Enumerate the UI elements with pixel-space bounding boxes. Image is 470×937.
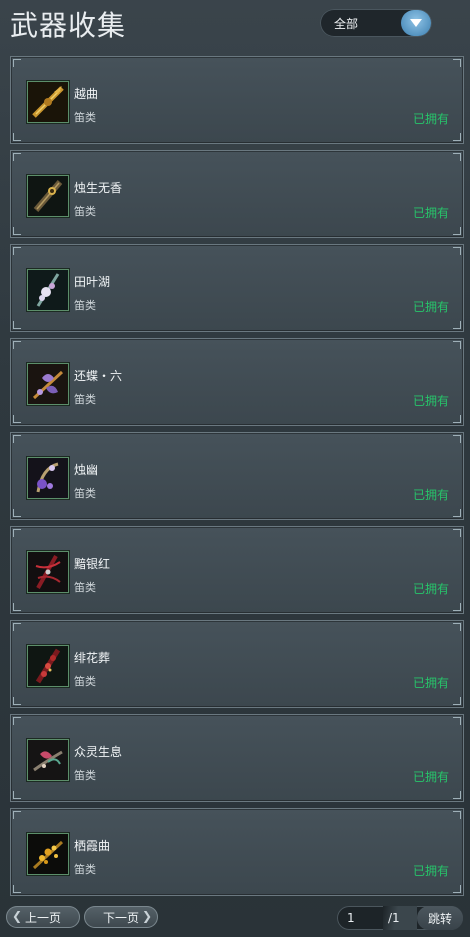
chevron-left-icon: ❮ <box>12 909 23 923</box>
corner-ornament <box>13 603 21 611</box>
ornate-flute-icon <box>27 175 69 217</box>
category-filter-dropdown[interactable]: 全部 <box>320 9 432 37</box>
corner-ornament <box>13 227 21 235</box>
next-page-button[interactable]: 下一页 ❯ <box>84 906 158 928</box>
corner-ornament <box>453 603 461 611</box>
weapon-type: 笛类 <box>74 205 96 218</box>
owned-status: 已拥有 <box>412 206 449 220</box>
weapon-type: 笛类 <box>74 111 96 124</box>
corner-ornament <box>453 885 461 893</box>
corner-ornament <box>453 227 461 235</box>
weapon-type: 笛类 <box>74 581 96 594</box>
weapon-name: 田叶湖 <box>74 275 111 289</box>
golden-flute-icon <box>27 81 69 123</box>
weapon-type: 笛类 <box>74 769 96 782</box>
weapon-card[interactable]: 众灵生息 笛类 已拥有 <box>10 714 464 802</box>
corner-ornament <box>453 247 461 255</box>
corner-ornament <box>453 811 461 819</box>
corner-ornament <box>13 435 21 443</box>
page-title: 武器收集 <box>10 9 127 42</box>
weapon-name: 众灵生息 <box>74 745 123 759</box>
owned-status: 已拥有 <box>412 300 449 314</box>
weapon-name: 栖霞曲 <box>74 839 111 853</box>
corner-ornament <box>453 623 461 631</box>
filter-selected-value: 全部 <box>334 16 359 31</box>
jump-button[interactable]: 跳转 <box>417 906 463 930</box>
owned-status: 已拥有 <box>412 770 449 784</box>
page-jump-control: 1 /1 跳转 <box>337 906 463 930</box>
corner-ornament <box>453 341 461 349</box>
lotus-flute-icon <box>27 269 69 311</box>
weapon-name: 黯银红 <box>74 557 111 571</box>
corner-ornament <box>453 791 461 799</box>
owned-status: 已拥有 <box>412 864 449 878</box>
weapon-type: 笛类 <box>74 393 96 406</box>
corner-ornament <box>13 415 21 423</box>
weapon-card[interactable]: 还蝶・六 笛类 已拥有 <box>10 338 464 426</box>
weapon-name: 越曲 <box>74 87 99 101</box>
corner-ornament <box>453 529 461 537</box>
corner-ornament <box>453 509 461 517</box>
weapon-card[interactable]: 越曲 笛类 已拥有 <box>10 56 464 144</box>
chevron-down-icon[interactable] <box>401 10 431 36</box>
weapon-card[interactable]: 烛生无香 笛类 已拥有 <box>10 150 464 238</box>
chevron-right-icon: ❯ <box>141 909 152 923</box>
weapon-name: 烛幽 <box>74 463 99 477</box>
weapon-card[interactable]: 田叶湖 笛类 已拥有 <box>10 244 464 332</box>
weapon-name: 还蝶・六 <box>74 369 123 383</box>
corner-ornament <box>13 885 21 893</box>
corner-ornament <box>13 717 21 725</box>
owned-status: 已拥有 <box>412 394 449 408</box>
corner-ornament <box>13 623 21 631</box>
corner-ornament <box>453 435 461 443</box>
weapon-type: 笛类 <box>74 863 96 876</box>
owned-status: 已拥有 <box>412 488 449 502</box>
weapon-card[interactable]: 黯银红 笛类 已拥有 <box>10 526 464 614</box>
corner-ornament <box>13 59 21 67</box>
corner-ornament <box>13 341 21 349</box>
gold-blossom-flute-icon <box>27 833 69 875</box>
prev-page-button[interactable]: ❮ 上一页 <box>6 906 80 928</box>
weapon-name: 烛生无香 <box>74 181 123 195</box>
butterfly-flute-icon <box>27 363 69 405</box>
next-page-label: 下一页 <box>102 910 139 925</box>
weapon-type: 笛类 <box>74 487 96 500</box>
corner-ornament <box>453 153 461 161</box>
weapon-card[interactable]: 烛幽 笛类 已拥有 <box>10 432 464 520</box>
total-pages: /1 <box>388 911 400 925</box>
corner-ornament <box>13 811 21 819</box>
crimson-flute-icon <box>27 645 69 687</box>
owned-status: 已拥有 <box>412 112 449 126</box>
corner-ornament <box>13 509 21 517</box>
corner-ornament <box>453 59 461 67</box>
weapon-card[interactable]: 绯花葬 笛类 已拥有 <box>10 620 464 708</box>
prev-page-label: 上一页 <box>24 910 61 925</box>
corner-ornament <box>13 133 21 141</box>
corner-ornament <box>13 791 21 799</box>
weapon-type: 笛类 <box>74 675 96 688</box>
corner-ornament <box>453 321 461 329</box>
weapon-card[interactable]: 栖霞曲 笛类 已拥有 <box>10 808 464 896</box>
corner-ornament <box>13 321 21 329</box>
corner-ornament <box>453 697 461 705</box>
corner-ornament <box>13 697 21 705</box>
red-flute-icon <box>27 551 69 593</box>
page-number-input[interactable]: 1 <box>347 911 355 925</box>
corner-ornament <box>13 247 21 255</box>
weapon-type: 笛类 <box>74 299 96 312</box>
owned-status: 已拥有 <box>412 676 449 690</box>
corner-ornament <box>13 529 21 537</box>
purple-flower-flute-icon <box>27 457 69 499</box>
owned-status: 已拥有 <box>412 582 449 596</box>
corner-ornament <box>453 717 461 725</box>
weapon-name: 绯花葬 <box>74 651 111 665</box>
corner-ornament <box>453 133 461 141</box>
corner-ornament <box>13 153 21 161</box>
corner-ornament <box>453 415 461 423</box>
spirit-flute-icon <box>27 739 69 781</box>
weapon-list: 越曲 笛类 已拥有 烛生无香 笛类 已拥有 田叶湖 笛类 已拥有 还蝶・六 笛类… <box>10 56 464 902</box>
